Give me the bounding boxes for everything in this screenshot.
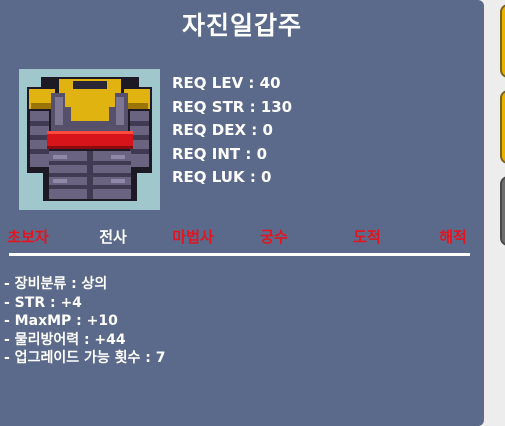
- req-str: REQ STR : 130: [172, 97, 293, 116]
- armor-icon: [27, 77, 152, 201]
- side-item-card-2[interactable]: [500, 90, 505, 164]
- item-name: 자진일갑주: [181, 11, 302, 40]
- stat-str: - STR : +4: [4, 294, 82, 311]
- side-item-card-1[interactable]: [500, 4, 505, 78]
- stats-list: - 장비분류 : 상의 - STR : +4 - MaxMP : +10 - 물…: [4, 275, 165, 368]
- stat-maxmp: - MaxMP : +10: [4, 313, 118, 329]
- job-pirate: 해적: [439, 228, 467, 246]
- item-icon-frame: [19, 69, 160, 210]
- divider: [9, 253, 470, 256]
- item-tooltip: 자진일갑주 REQ LEV: 40 REQ STR: 130 REQ DEX…: [0, 0, 484, 426]
- job-beginner: 초보자: [7, 228, 49, 246]
- job-list: 초보자 전사 마법사 궁수 도적 해적: [0, 226, 484, 248]
- stat-defense: - 물리방어력 : +44: [4, 331, 126, 348]
- req-level: REQ LEV : 40: [172, 74, 281, 92]
- requirements-list: REQ LEV : 40 REQ STR : 130 REQ DEX : 0 R…: [172, 72, 292, 190]
- stat-upgrades: - 업그레이드 가능 횟수 : 7: [4, 350, 166, 366]
- req-dex: REQ DEX : 0: [172, 121, 273, 139]
- side-item-card-3[interactable]: [500, 176, 505, 246]
- req-int: REQ INT : 0: [172, 144, 268, 163]
- job-warrior: 전사: [99, 228, 127, 246]
- job-thief: 도적: [353, 228, 381, 246]
- job-bowman: 궁수: [260, 228, 288, 246]
- job-magician: 마법사: [172, 228, 214, 246]
- stat-category: - 장비분류 : 상의: [4, 276, 108, 292]
- req-luk: REQ LUK : 0: [172, 168, 272, 186]
